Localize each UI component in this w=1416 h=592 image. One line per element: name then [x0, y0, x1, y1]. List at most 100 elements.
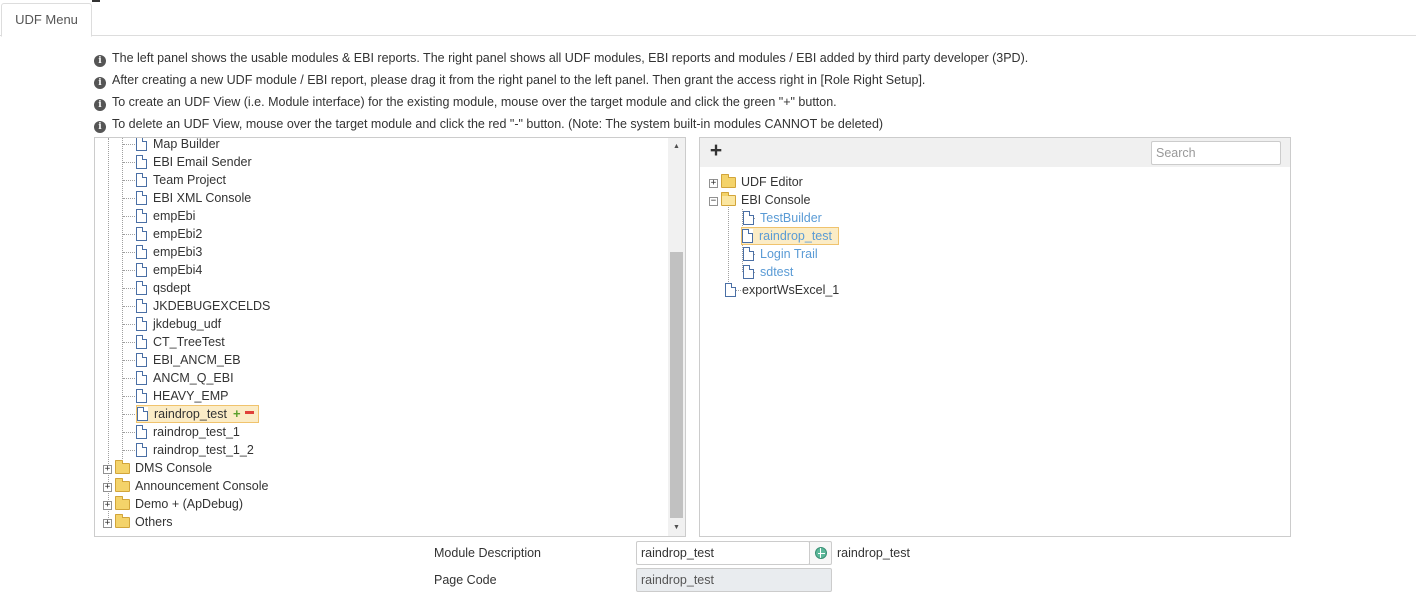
tree-guide-line [123, 180, 135, 181]
document-icon [136, 263, 147, 277]
tree-folder[interactable]: + DMS Console [103, 459, 214, 477]
tree-item[interactable]: JKDEBUGEXCELDS [136, 297, 272, 315]
document-icon [743, 265, 754, 279]
info-circle-icon: i [94, 121, 106, 133]
document-icon [136, 389, 147, 403]
tree-guide-line [123, 144, 135, 145]
document-icon [136, 245, 147, 259]
expand-toggle[interactable]: + [103, 501, 112, 510]
tree-item-selected[interactable]: raindrop_test [741, 227, 839, 245]
search-input[interactable] [1151, 141, 1281, 165]
tree-item-label: Map Builder [153, 137, 220, 151]
tree-guide-line [123, 306, 135, 307]
expand-toggle[interactable]: + [103, 465, 112, 474]
vertical-scrollbar[interactable]: ▲ ▼ [668, 138, 685, 536]
collapse-toggle[interactable]: − [709, 197, 718, 206]
tree-item-label: jkdebug_udf [153, 317, 222, 331]
tree-item[interactable]: raindrop_test_1 [136, 423, 242, 441]
tree-item-label: HEAVY_EMP [153, 389, 229, 403]
tree-item[interactable]: empEbi3 [136, 243, 204, 261]
scroll-down-arrow-icon[interactable]: ▼ [668, 519, 685, 536]
tree-folder-label: Demo + (ApDebug) [135, 497, 244, 511]
tree-item[interactable]: Team Project [136, 171, 228, 189]
tree-item-label: EBI Email Sender [153, 155, 252, 169]
tree-item[interactable]: EBI Email Sender [136, 153, 254, 171]
document-icon [743, 211, 754, 225]
tree-item[interactable]: raindrop_test_1_2 [136, 441, 256, 459]
tab-bar-marker [92, 0, 100, 2]
info-text: The left panel shows the usable modules … [112, 51, 1029, 65]
document-icon [136, 138, 147, 151]
tree-guide-line [123, 162, 135, 163]
module-description-input[interactable] [636, 541, 810, 565]
tree-folder-label: UDF Editor [741, 175, 803, 189]
tree-guide-line [123, 270, 135, 271]
tree-item[interactable]: ANCM_Q_EBI [136, 369, 236, 387]
expand-toggle[interactable]: + [709, 179, 718, 188]
tree-item-label: Login Trail [760, 247, 818, 261]
tree-item-label: raindrop_test [154, 407, 227, 421]
tree-item-label: empEbi [153, 209, 196, 223]
tree-item-label: TestBuilder [760, 211, 822, 225]
module-description-text: raindrop_test [837, 546, 910, 560]
tree-item[interactable]: Map Builder [136, 137, 222, 153]
info-text: To delete an UDF View, mouse over the ta… [112, 117, 884, 131]
document-icon [136, 317, 147, 331]
tree-item[interactable]: EBI_ANCM_EB [136, 351, 243, 369]
tree-item-label: empEbi4 [153, 263, 203, 277]
tree-item-label: exportWsExcel_1 [742, 283, 840, 297]
folder-icon [721, 174, 736, 188]
tree-item-label: ANCM_Q_EBI [153, 371, 234, 385]
tree-folder[interactable]: + UDF Editor [709, 173, 805, 191]
page-code-input [636, 568, 832, 592]
tree-item[interactable]: empEbi [136, 207, 197, 225]
info-circle-icon: i [94, 99, 106, 111]
tree-guide-line [123, 450, 135, 451]
scroll-up-arrow-icon[interactable]: ▲ [668, 138, 685, 155]
info-line: i To create an UDF View (i.e. Module inte… [94, 93, 837, 111]
tree-folder-label: EBI Console [741, 193, 811, 207]
document-icon [137, 407, 148, 421]
globe-icon [815, 547, 827, 559]
tree-item[interactable]: HEAVY_EMP [136, 387, 231, 405]
tree-folder[interactable]: + Demo + (ApDebug) [103, 495, 245, 513]
tree-item-label: raindrop_test_1 [153, 425, 240, 439]
document-icon [136, 227, 147, 241]
tree-folder[interactable]: + Announcement Console [103, 477, 270, 495]
tree-guide-line [122, 138, 123, 459]
folder-icon [115, 514, 130, 528]
tree-guide-line [123, 198, 135, 199]
tree-item[interactable]: CT_TreeTest [136, 333, 227, 351]
tree-item[interactable]: empEbi2 [136, 225, 204, 243]
scrollbar-thumb[interactable] [670, 252, 683, 518]
tree-item[interactable]: exportWsExcel_1 [725, 281, 841, 299]
tree-folder[interactable]: + Others [103, 513, 175, 531]
tree-guide-line [123, 234, 135, 235]
document-icon [136, 173, 147, 187]
tree-item-label: Team Project [153, 173, 226, 187]
tree-item-label: empEbi2 [153, 227, 203, 241]
tree-item[interactable]: EBI XML Console [136, 189, 253, 207]
tree-item[interactable]: sdtest [743, 263, 795, 281]
tree-folder-expanded[interactable]: − EBI Console [709, 191, 812, 209]
tree-item[interactable]: TestBuilder [743, 209, 824, 227]
tree-item-label: qsdept [153, 281, 191, 295]
tree-item-selected[interactable]: raindrop_test + [136, 405, 259, 423]
add-view-button[interactable]: + [233, 406, 241, 421]
delete-view-button[interactable] [244, 411, 254, 414]
tree-guide-line [123, 378, 135, 379]
tree-item[interactable]: qsdept [136, 279, 193, 297]
translate-button[interactable] [809, 541, 832, 565]
expand-toggle[interactable]: + [103, 483, 112, 492]
document-icon [136, 191, 147, 205]
tab-udf-menu[interactable]: UDF Menu [1, 3, 92, 37]
tree-guide-line [123, 324, 135, 325]
document-icon [136, 209, 147, 223]
tree-item[interactable]: jkdebug_udf [136, 315, 223, 333]
add-module-button[interactable]: + [707, 140, 725, 162]
tree-guide-line [123, 360, 135, 361]
tree-item[interactable]: Login Trail [743, 245, 820, 263]
tree-item-label: raindrop_test [759, 229, 832, 243]
tree-item[interactable]: empEbi4 [136, 261, 204, 279]
expand-toggle[interactable]: + [103, 519, 112, 528]
